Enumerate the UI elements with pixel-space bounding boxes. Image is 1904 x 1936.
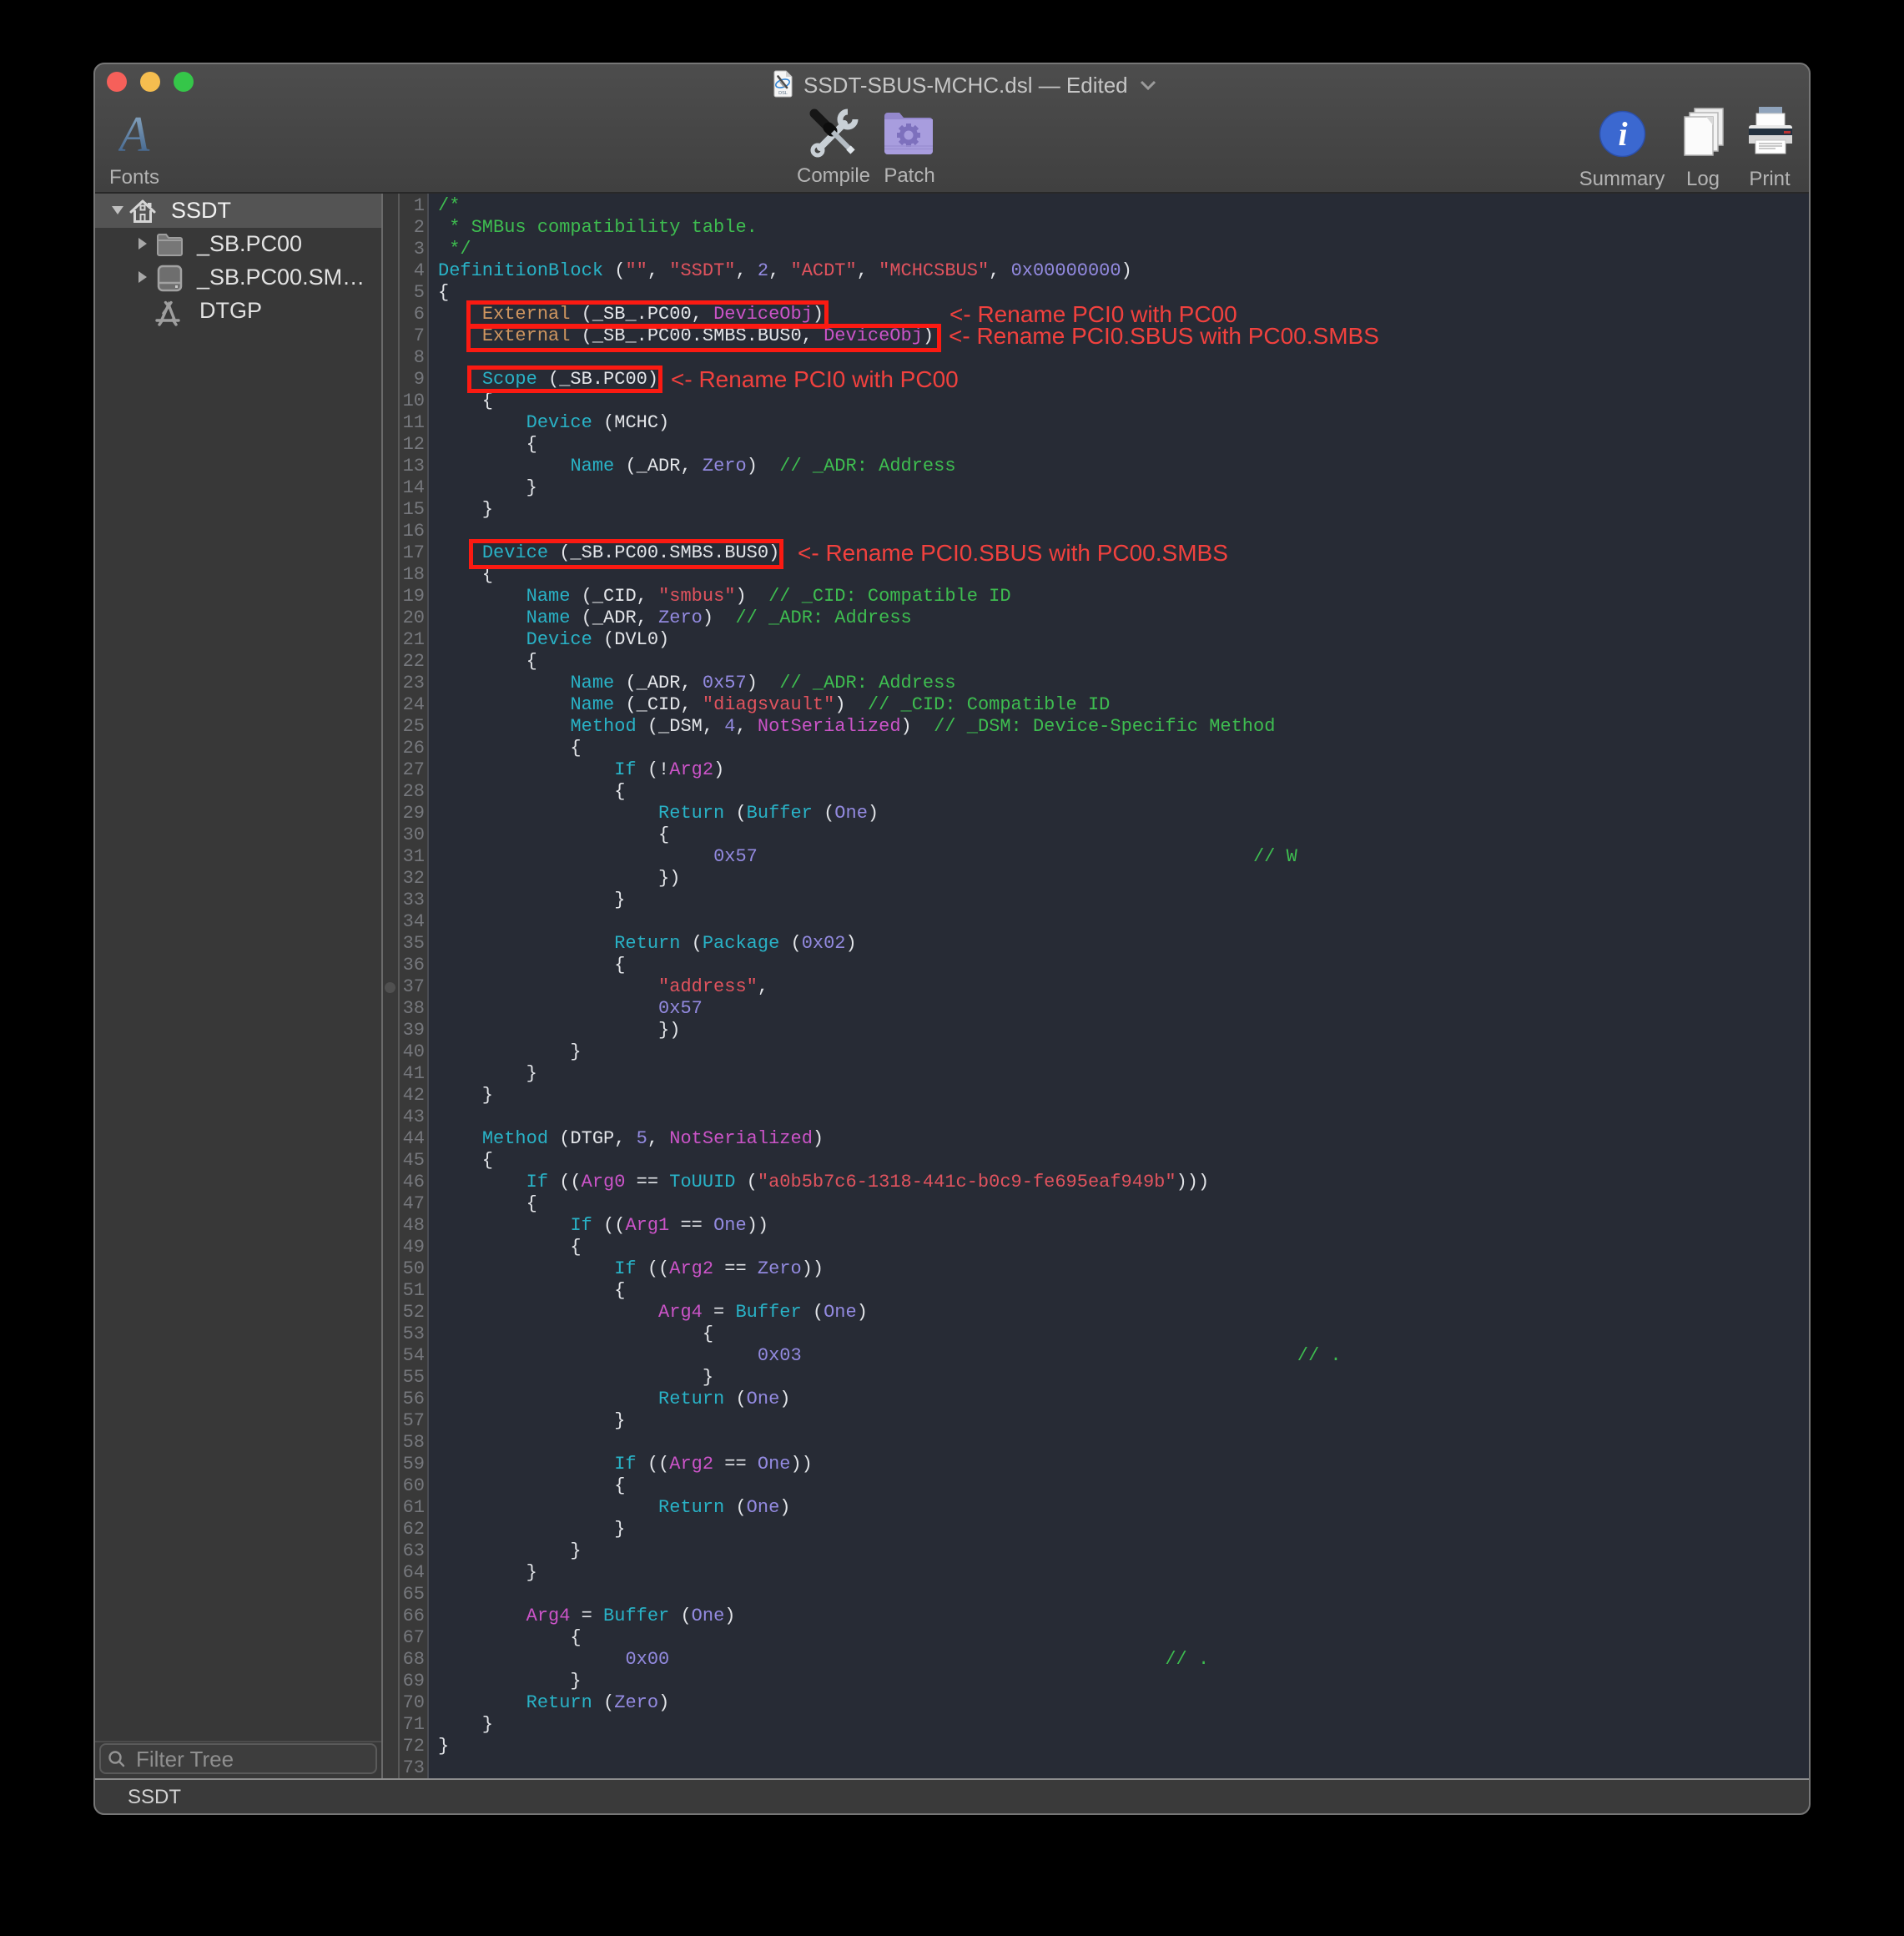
svg-text:i: i <box>1618 115 1627 153</box>
svg-text:DSL: DSL <box>778 91 788 96</box>
